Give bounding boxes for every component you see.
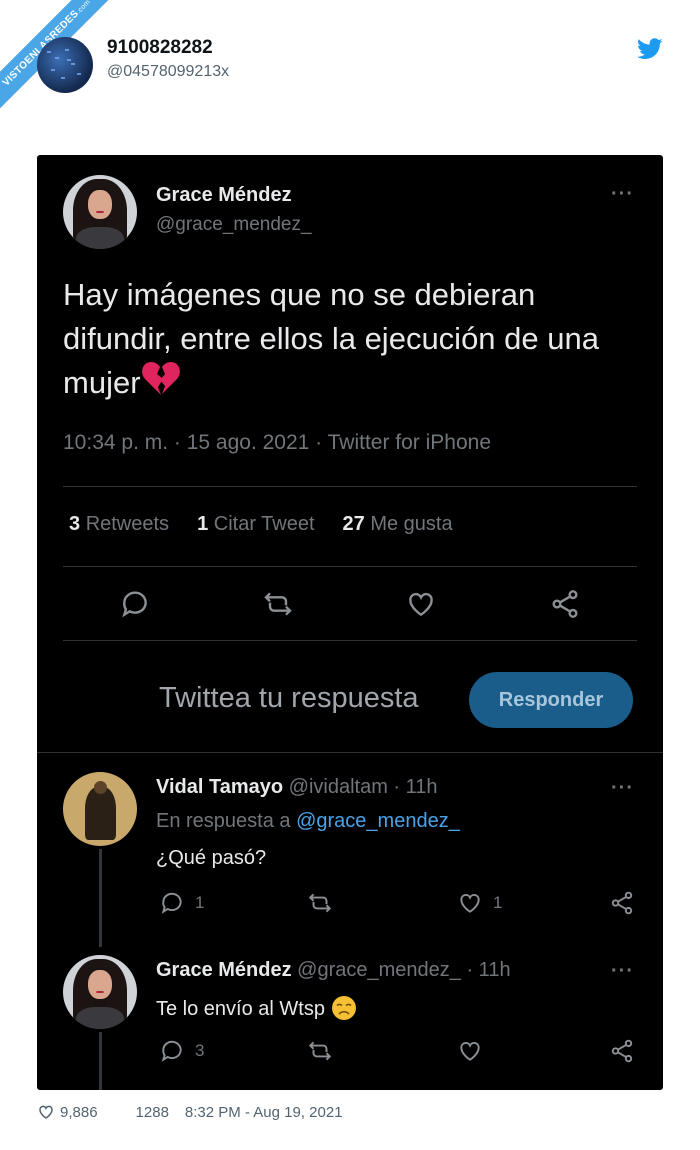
- thread-line: [99, 1032, 102, 1090]
- retweets-stat[interactable]: 3 Retweets: [69, 513, 169, 535]
- share-action[interactable]: [609, 1038, 635, 1064]
- reply-text: ¿Qué pasó?: [156, 847, 267, 869]
- retweet-icon: [308, 1041, 332, 1061]
- reply-text: Te lo envío al Wtsp: [156, 995, 357, 1021]
- author-name[interactable]: Grace Méndez: [156, 184, 292, 207]
- disappointed-face-icon: [331, 996, 356, 1020]
- reply-avatar[interactable]: [63, 772, 137, 846]
- share-icon[interactable]: [549, 588, 581, 620]
- quotes-stat[interactable]: 1 Citar Tweet: [197, 513, 314, 535]
- tweet-text: Hay imágenes que no se debieran difundir…: [63, 277, 599, 400]
- divider: [63, 486, 637, 487]
- like-icon: [460, 1042, 480, 1061]
- reply-action[interactable]: 3: [159, 1038, 204, 1064]
- footer-timestamp[interactable]: 8:32 PM - Aug 19, 2021: [185, 1104, 343, 1121]
- like-icon[interactable]: [405, 588, 437, 620]
- embed-account-name[interactable]: 9100828282: [107, 37, 213, 59]
- reply-author-name[interactable]: Vidal Tamayo: [156, 776, 283, 798]
- embed-footer: 9,886 1288 8:32 PM - Aug 19, 2021: [37, 1103, 343, 1121]
- reply-header: Grace Méndez @grace_mendez_ · 11h: [156, 959, 511, 982]
- twitter-bird-icon[interactable]: [637, 38, 663, 60]
- like-action[interactable]: 1: [457, 890, 502, 916]
- reply-button[interactable]: Responder: [469, 672, 633, 728]
- mention-link[interactable]: @grace_mendez_: [296, 810, 460, 832]
- footer-likes[interactable]: 9,886: [37, 1103, 98, 1121]
- reply-avatar[interactable]: [63, 955, 137, 1029]
- reply-icon: [161, 892, 182, 914]
- share-icon: [611, 1039, 633, 1063]
- more-options-icon[interactable]: ···: [611, 183, 634, 206]
- retweet-icon: [308, 893, 332, 913]
- like-action[interactable]: [457, 1038, 483, 1064]
- share-icon: [611, 891, 633, 915]
- divider: [63, 640, 637, 641]
- in-reply-to: En respuesta a @grace_mendez_: [156, 810, 460, 832]
- author-handle[interactable]: @grace_mendez_: [156, 214, 312, 236]
- divider: [37, 752, 663, 753]
- tweet-screenshot: Grace Méndez @grace_mendez_ ··· Hay imág…: [37, 155, 663, 1090]
- broken-heart-icon: [141, 362, 180, 395]
- retweet-action[interactable]: [307, 1038, 333, 1064]
- divider: [63, 566, 637, 567]
- likes-stat[interactable]: 27 Me gusta: [343, 513, 453, 535]
- reply-handle-time[interactable]: @ividaltam · 11h: [289, 776, 438, 798]
- more-options-icon[interactable]: ···: [611, 777, 634, 800]
- like-icon: [460, 894, 480, 913]
- embed-avatar[interactable]: [37, 37, 93, 93]
- reply-header: Vidal Tamayo @ividaltam · 11h: [156, 776, 438, 799]
- reply-icon[interactable]: [119, 588, 151, 620]
- tweet-stats: 3 Retweets 1 Citar Tweet 27 Me gusta: [69, 513, 453, 536]
- retweet-icon[interactable]: [262, 588, 294, 620]
- embed-account-handle[interactable]: @04578099213x: [107, 63, 229, 81]
- heart-icon: [39, 1105, 53, 1119]
- reply-action[interactable]: 1: [159, 890, 204, 916]
- reply-handle-time[interactable]: @grace_mendez_ · 11h: [297, 959, 510, 981]
- reply-author-name[interactable]: Grace Méndez: [156, 959, 292, 981]
- tweet-timestamp[interactable]: 10:34 p. m. · 15 ago. 2021 · Twitter for…: [63, 431, 491, 455]
- author-avatar[interactable]: [63, 175, 137, 249]
- reply-compose-input[interactable]: Twittea tu respuesta: [159, 682, 419, 715]
- retweet-action[interactable]: [307, 890, 333, 916]
- more-options-icon[interactable]: ···: [611, 960, 634, 983]
- share-action[interactable]: [609, 890, 635, 916]
- thread-line: [99, 849, 102, 947]
- reply-icon: [161, 1040, 182, 1062]
- footer-count[interactable]: 1288: [136, 1104, 169, 1121]
